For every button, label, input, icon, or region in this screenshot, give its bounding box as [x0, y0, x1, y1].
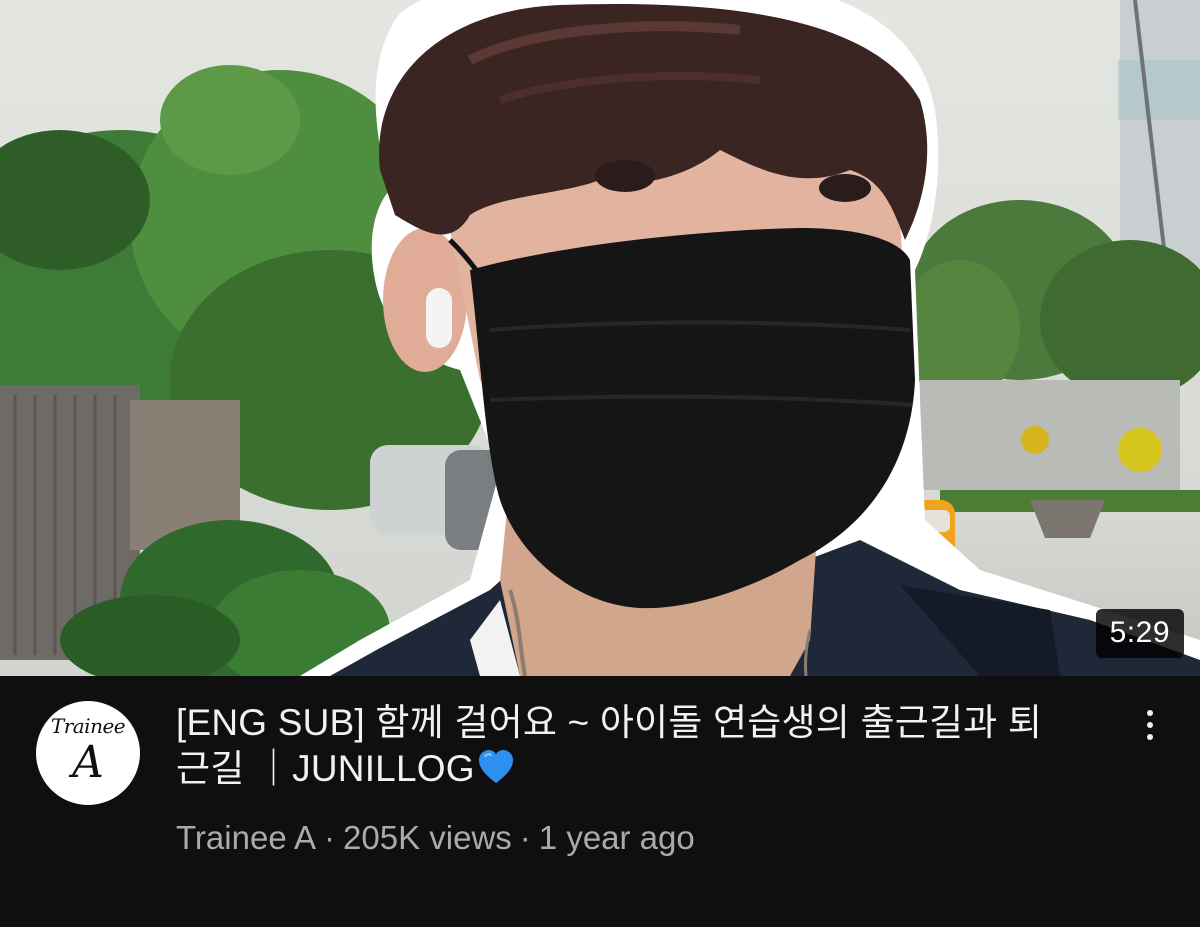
video-title: [ENG SUB] 함께 걸어요 ~ 아이돌 연습생의 출근길과 퇴근길 ｜JU…	[176, 702, 1043, 789]
channel-avatar[interactable]: Trainee A	[36, 701, 140, 805]
duration-badge: 5:29	[1095, 609, 1184, 658]
video-thumbnail[interactable]: 5:29	[0, 0, 1200, 676]
avatar-channel-letter: A	[72, 737, 104, 788]
separator-dot: ·	[519, 819, 531, 856]
more-vertical-icon	[1147, 710, 1153, 716]
thumbnail-image	[0, 0, 1200, 676]
video-details: Trainee A [ENG SUB] 함께 걸어요 ~ 아이돌 연습생의 출근…	[0, 676, 1200, 927]
view-count: 205K views	[343, 819, 512, 856]
upload-age: 1 year ago	[538, 819, 695, 856]
more-vertical-icon	[1147, 734, 1153, 740]
blue-heart-icon	[477, 749, 515, 796]
video-card[interactable]: 5:29 Trainee A [ENG SUB] 함께 걸어요 ~ 아이돌 연습…	[0, 0, 1200, 927]
separator-dot: ·	[324, 819, 336, 856]
more-vertical-icon	[1147, 722, 1153, 728]
more-options-button[interactable]	[1130, 700, 1170, 750]
avatar-channel-word: Trainee	[50, 714, 126, 738]
channel-name[interactable]: Trainee A	[176, 819, 316, 856]
video-title-link[interactable]: [ENG SUB] 함께 걸어요 ~ 아이돌 연습생의 출근길과 퇴근길 ｜JU…	[176, 700, 1076, 796]
video-metadata: Trainee A · 205K views · 1 year ago	[176, 818, 695, 858]
